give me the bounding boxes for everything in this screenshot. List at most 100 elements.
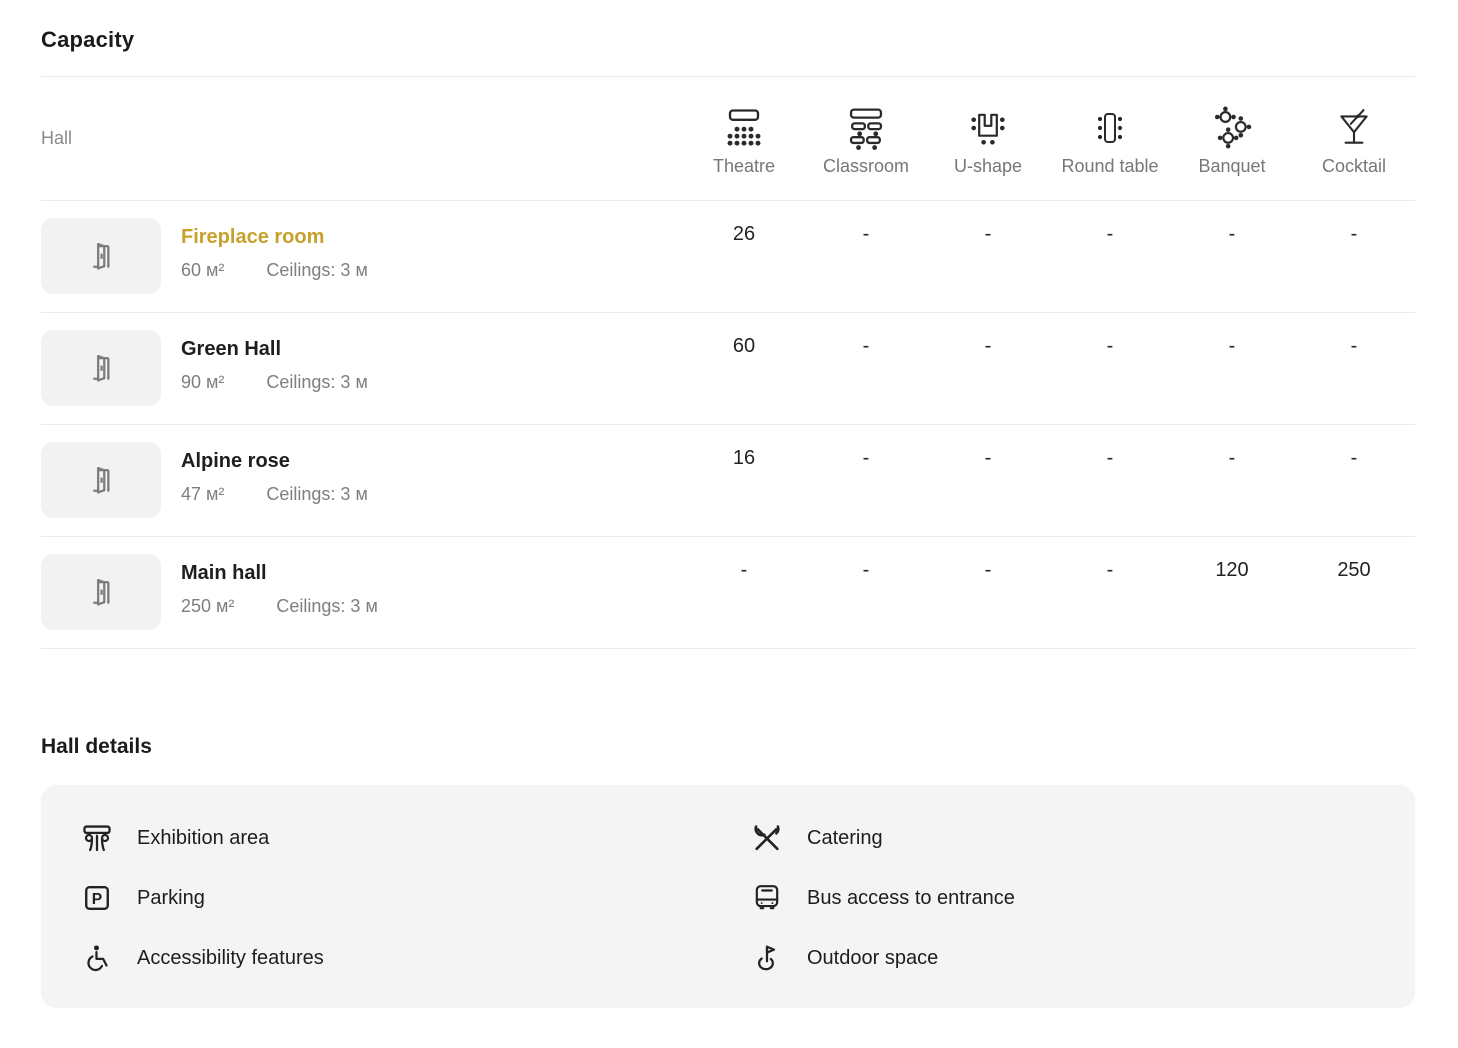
value-cocktail: - (1293, 201, 1415, 246)
column-header-u-shape: U-shape (927, 103, 1049, 175)
hall-area: 90 м² (181, 372, 224, 393)
hall-name-link[interactable]: Alpine rose (181, 449, 368, 473)
hall-thumbnail[interactable] (41, 330, 161, 406)
value-u-shape: - (927, 537, 1049, 582)
door-icon (84, 575, 118, 609)
column-header-classroom: Classroom (805, 103, 927, 175)
hall-info: Green Hall 90 м² Ceilings: 3 м (181, 330, 368, 406)
accessibility-icon (80, 942, 114, 974)
detail-item-catering: Catering (750, 808, 1395, 868)
hall-area: 250 м² (181, 596, 234, 617)
value-round-table: - (1049, 201, 1171, 246)
value-banquet: - (1171, 201, 1293, 246)
door-icon (84, 239, 118, 273)
value-u-shape: - (927, 425, 1049, 470)
detail-label: Catering (807, 827, 883, 850)
hall-column-header: Hall (41, 128, 683, 149)
hall-thumbnail[interactable] (41, 442, 161, 518)
parking-icon: P (80, 884, 114, 912)
cocktail-icon (1333, 103, 1375, 153)
hall-info: Main hall 250 м² Ceilings: 3 м (181, 554, 378, 630)
bus-icon (750, 882, 784, 914)
value-classroom: - (805, 425, 927, 470)
value-cocktail: 250 (1293, 537, 1415, 582)
value-u-shape: - (927, 201, 1049, 246)
hall-cell: Alpine rose 47 м² Ceilings: 3 м (41, 425, 683, 535)
detail-label: Bus access to entrance (807, 887, 1015, 910)
capacity-table-header: Hall Theatre (41, 77, 1415, 201)
hall-row-fireplace-room[interactable]: Fireplace room 60 м² Ceilings: 3 м 26 - … (41, 201, 1415, 313)
hall-ceilings: Ceilings: 3 м (276, 596, 377, 617)
catering-icon (750, 822, 784, 854)
value-banquet: - (1171, 313, 1293, 358)
hall-meta: 47 м² Ceilings: 3 м (181, 484, 368, 505)
value-theatre: 60 (683, 313, 805, 358)
value-cocktail: - (1293, 313, 1415, 358)
hall-details-title: Hall details (41, 735, 1415, 759)
hall-ceilings: Ceilings: 3 м (266, 484, 367, 505)
detail-item-outdoor-space: Outdoor space (750, 928, 1395, 988)
theatre-icon (720, 103, 768, 153)
hall-meta: 60 м² Ceilings: 3 м (181, 260, 368, 281)
column-header-cocktail: Cocktail (1293, 103, 1415, 175)
column-label: U-shape (954, 157, 1022, 175)
hall-ceilings: Ceilings: 3 м (266, 260, 367, 281)
detail-label: Accessibility features (137, 947, 324, 970)
value-classroom: - (805, 537, 927, 582)
detail-item-accessibility: Accessibility features (80, 928, 750, 988)
hall-ceilings: Ceilings: 3 м (266, 372, 367, 393)
value-classroom: - (805, 201, 927, 246)
detail-item-parking: P Parking (80, 868, 750, 928)
hall-row-main-hall[interactable]: Main hall 250 м² Ceilings: 3 м - - - - 1… (41, 537, 1415, 649)
detail-label: Parking (137, 887, 205, 910)
value-classroom: - (805, 313, 927, 358)
door-icon (84, 351, 118, 385)
column-label: Cocktail (1322, 157, 1386, 175)
hall-meta: 250 м² Ceilings: 3 м (181, 596, 378, 617)
column-header-round-table: Round table (1049, 103, 1171, 175)
column-label: Banquet (1198, 157, 1265, 175)
classroom-icon (843, 103, 889, 153)
value-round-table: - (1049, 537, 1171, 582)
hall-cell: Fireplace room 60 м² Ceilings: 3 м (41, 201, 683, 311)
hall-area: 60 м² (181, 260, 224, 281)
capacity-title: Capacity (41, 0, 1415, 53)
value-banquet: 120 (1171, 537, 1293, 582)
column-label: Theatre (713, 157, 775, 175)
u-shape-icon (966, 103, 1010, 153)
detail-label: Outdoor space (807, 947, 938, 970)
detail-item-bus-access: Bus access to entrance (750, 868, 1395, 928)
detail-item-exhibition-area: Exhibition area (80, 808, 750, 868)
hall-row-alpine-rose[interactable]: Alpine rose 47 м² Ceilings: 3 м 16 - - -… (41, 425, 1415, 537)
value-cocktail: - (1293, 425, 1415, 470)
value-theatre: 16 (683, 425, 805, 470)
value-theatre: - (683, 537, 805, 582)
hall-info: Fireplace room 60 м² Ceilings: 3 м (181, 218, 368, 294)
svg-text:P: P (92, 891, 102, 908)
round-table-icon (1090, 103, 1130, 153)
hall-name-link[interactable]: Fireplace room (181, 225, 368, 249)
hall-cell: Green Hall 90 м² Ceilings: 3 м (41, 313, 683, 423)
column-header-banquet: Banquet (1171, 103, 1293, 175)
hall-name-link[interactable]: Main hall (181, 561, 378, 585)
hall-meta: 90 м² Ceilings: 3 м (181, 372, 368, 393)
hall-details-panel: Exhibition area Catering P Parking (41, 785, 1415, 1008)
column-label: Round table (1061, 157, 1158, 175)
hall-thumbnail[interactable] (41, 218, 161, 294)
banquet-icon (1210, 103, 1254, 153)
hall-row-green-hall[interactable]: Green Hall 90 м² Ceilings: 3 м 60 - - - … (41, 313, 1415, 425)
hall-info: Alpine rose 47 м² Ceilings: 3 м (181, 442, 368, 518)
column-label: Classroom (823, 157, 909, 175)
capacity-page: Capacity Hall Theatre (0, 0, 1458, 1008)
outdoor-space-icon (750, 942, 784, 974)
hall-area: 47 м² (181, 484, 224, 505)
hall-name-link[interactable]: Green Hall (181, 337, 368, 361)
value-theatre: 26 (683, 201, 805, 246)
hall-thumbnail[interactable] (41, 554, 161, 630)
value-banquet: - (1171, 425, 1293, 470)
value-u-shape: - (927, 313, 1049, 358)
exhibition-icon (80, 823, 114, 853)
column-header-theatre: Theatre (683, 103, 805, 175)
value-round-table: - (1049, 425, 1171, 470)
value-round-table: - (1049, 313, 1171, 358)
